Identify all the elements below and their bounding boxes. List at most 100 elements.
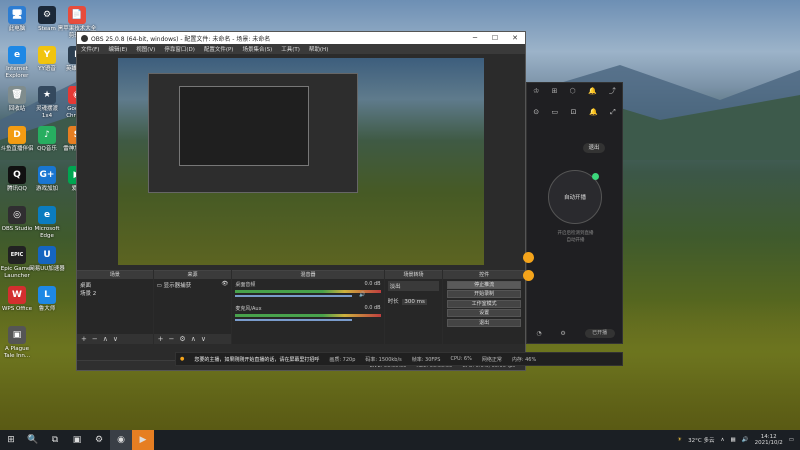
live-status-pill[interactable]: 已开播 bbox=[584, 328, 615, 338]
volume-slider[interactable] bbox=[235, 319, 352, 321]
desktop-icon-label: QQ音乐 bbox=[37, 146, 57, 152]
chevron-up-icon[interactable]: ∧ bbox=[721, 437, 725, 443]
streaming-helper-window[interactable]: ♔ ⊞ ⬡ 🔔 ⤴ ⊙ ▭ ⊡ 🔔 ⤢ 退出 自动开播 开启后检测到直播 自动开… bbox=[526, 82, 623, 344]
desktop-icon[interactable]: ★ 灵魂摆渡 1x4 bbox=[30, 86, 64, 128]
source-down-button[interactable]: ∨ bbox=[201, 335, 206, 343]
menu-scene-collection[interactable]: 场景集合(S) bbox=[242, 45, 272, 53]
search-icon[interactable]: 🔍 bbox=[22, 430, 44, 450]
weather-text[interactable]: 32°C 多云 bbox=[688, 436, 714, 444]
desktop-icon[interactable]: 🖥 此电脑 bbox=[0, 6, 34, 48]
menu-help[interactable]: 帮助(H) bbox=[309, 45, 328, 53]
desktop-icon-label: OBS Studio bbox=[1, 226, 33, 232]
scene-item-2[interactable]: 场景 2 bbox=[80, 289, 150, 297]
remove-source-button[interactable]: − bbox=[169, 335, 175, 343]
auto-start-live-button[interactable]: 自动开播 bbox=[548, 170, 602, 224]
desktop-icon[interactable]: ◎ OBS Studio bbox=[0, 206, 34, 248]
desktop-icon[interactable]: Y YY语音 bbox=[30, 46, 64, 88]
timer-icon[interactable]: ◔ bbox=[536, 330, 541, 337]
scene-item-desktop[interactable]: 桌面 bbox=[80, 281, 150, 289]
transitions-dock-title: 场景转场 bbox=[384, 271, 443, 279]
scenes-dock-footer: + − ∧ ∨ bbox=[77, 334, 153, 344]
desktop-icon[interactable]: Q 腾讯QQ bbox=[0, 166, 34, 208]
settings-button[interactable]: 设置 bbox=[447, 309, 521, 317]
source-settings-icon[interactable]: ⚙ bbox=[179, 335, 185, 343]
orange-float-icon-2[interactable] bbox=[523, 270, 534, 281]
app-bottom-bar: ◔ ⚙ 已开播 bbox=[527, 327, 624, 339]
desktop-icon[interactable]: ♪ QQ音乐 bbox=[30, 126, 64, 168]
notification-center-icon[interactable]: ▭ bbox=[789, 437, 794, 443]
steam-taskbar-icon[interactable]: ⚙ bbox=[88, 430, 110, 450]
obs-title-bar[interactable]: OBS 25.0.8 (64-bit, windows) - 配置文件: 未命名… bbox=[77, 32, 525, 44]
speaker-icon[interactable]: 🔊 bbox=[359, 292, 365, 298]
desktop-icon[interactable]: e Internet Explorer bbox=[0, 46, 34, 88]
volume-slider[interactable] bbox=[235, 295, 352, 297]
desktop-icon[interactable]: U 网易UU加速器 bbox=[29, 246, 65, 288]
add-source-button[interactable]: + bbox=[158, 335, 164, 343]
obs-docks: 场景 桌面 场景 2 + − ∧ ∨ 来源 ▭ 显示器捕获 👁 + − ⚙ ∧ … bbox=[77, 270, 525, 344]
start-recording-button[interactable]: 开始录制 bbox=[447, 290, 521, 298]
audio-meter bbox=[235, 314, 381, 317]
menu-view[interactable]: 视图(V) bbox=[136, 45, 155, 53]
task-view-icon[interactable]: ⧉ bbox=[44, 430, 66, 450]
taskbar-app-1[interactable]: ▣ bbox=[66, 430, 88, 450]
exit-button[interactable]: 退出 bbox=[447, 318, 521, 327]
expand-icon[interactable]: ⤢ bbox=[610, 108, 616, 117]
close-button[interactable]: ✕ bbox=[505, 32, 525, 44]
app-icon: 🗑 bbox=[8, 86, 26, 104]
obs-window[interactable]: OBS 25.0.8 (64-bit, windows) - 配置文件: 未命名… bbox=[76, 31, 526, 371]
maximize-button[interactable]: ☐ bbox=[485, 32, 505, 44]
desktop-icon[interactable]: ▣ A Plague Tale Inn... bbox=[0, 326, 34, 368]
desktop-icon[interactable]: D 斗鱼直播伴侣 bbox=[0, 126, 34, 168]
studio-mode-button[interactable]: 工作室模式 bbox=[447, 299, 521, 308]
remove-scene-button[interactable]: − bbox=[92, 335, 98, 343]
crown-icon[interactable]: ♔ bbox=[533, 87, 539, 95]
status-badge bbox=[592, 173, 599, 180]
desktop-icon[interactable]: L 鲁大师 bbox=[30, 286, 64, 328]
window-icon[interactable]: ⊡ bbox=[571, 108, 577, 116]
notification-icon[interactable]: 🔔 bbox=[589, 108, 598, 116]
taskbar-clock[interactable]: 14:12 2021/10/2 bbox=[755, 434, 783, 447]
desktop-icon[interactable]: 🗑 回收站 bbox=[0, 86, 34, 128]
gear-icon[interactable]: ⚙ bbox=[560, 330, 565, 337]
screen-icon[interactable]: ▭ bbox=[552, 108, 559, 116]
obs-preview-canvas[interactable] bbox=[118, 58, 484, 265]
grid-icon[interactable]: ⊞ bbox=[552, 87, 558, 95]
source-up-button[interactable]: ∧ bbox=[191, 335, 196, 343]
bell-icon[interactable]: 🔔 bbox=[588, 87, 597, 95]
app-icon: W bbox=[8, 286, 26, 304]
add-scene-button[interactable]: + bbox=[81, 335, 87, 343]
stat-fps: 帧率: 30FPS bbox=[411, 356, 441, 363]
desktop-icon[interactable]: W WPS Office bbox=[0, 286, 34, 328]
duration-input[interactable]: 300 ms bbox=[402, 299, 427, 305]
monitor-icon: ▭ bbox=[156, 283, 164, 289]
menu-file[interactable]: 文件(F) bbox=[81, 45, 99, 53]
system-tray: ☀ 32°C 多云 ∧ ▦ 🔊 14:12 2021/10/2 ▭ bbox=[677, 430, 794, 450]
app-exit-button[interactable]: 退出 bbox=[583, 143, 605, 153]
volume-icon[interactable]: 🔊 bbox=[742, 437, 749, 443]
stop-streaming-button[interactable]: 停止推流 bbox=[447, 280, 521, 289]
desktop-icon[interactable]: e Microsoft Edge bbox=[30, 206, 64, 248]
orange-float-icon[interactable] bbox=[523, 252, 534, 263]
scene-up-button[interactable]: ∧ bbox=[103, 335, 108, 343]
start-button[interactable]: ⊞ bbox=[0, 430, 22, 450]
visibility-icon[interactable]: 👁 bbox=[221, 281, 228, 287]
taskbar: ⊞ 🔍 ⧉ ▣ ⚙ ◉ ▶ ☀ 32°C 多云 ∧ ▦ 🔊 14:12 2021… bbox=[0, 430, 800, 450]
minimize-button[interactable]: ─ bbox=[465, 32, 485, 44]
transition-type-select[interactable]: 淡出 bbox=[387, 281, 440, 291]
scene-down-button[interactable]: ∨ bbox=[113, 335, 118, 343]
desktop-icon[interactable]: G+ 游戏加加 bbox=[30, 166, 64, 208]
network-icon[interactable]: ▦ bbox=[731, 437, 736, 443]
obs-taskbar-icon[interactable]: ◉ bbox=[110, 430, 132, 450]
mixer-channel-db: 0.0 dB bbox=[364, 281, 381, 287]
menu-profile[interactable]: 配置文件(P) bbox=[204, 45, 234, 53]
mixer-channel-name: 麦克风/Aux bbox=[235, 306, 262, 312]
menu-tools[interactable]: 工具(T) bbox=[281, 45, 300, 53]
source-item-display-capture[interactable]: ▭ 显示器捕获 👁 bbox=[157, 281, 229, 289]
menu-docks[interactable]: 停靠窗口(D) bbox=[164, 45, 195, 53]
share-icon[interactable]: ⤴ bbox=[609, 86, 616, 96]
box-icon[interactable]: ⬡ bbox=[570, 87, 576, 95]
desktop-icon-label: 鲁大师 bbox=[38, 306, 56, 312]
streaming-helper-taskbar-icon[interactable]: ▶ bbox=[132, 430, 154, 450]
camera-icon[interactable]: ⊙ bbox=[533, 108, 539, 116]
menu-edit[interactable]: 编辑(E) bbox=[108, 45, 127, 53]
